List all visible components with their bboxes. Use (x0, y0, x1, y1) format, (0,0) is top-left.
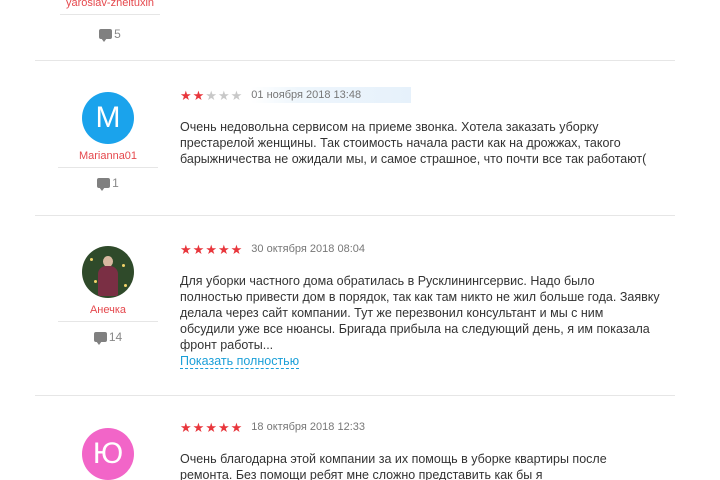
author-name-divider (60, 14, 160, 15)
star-icon: ★ (192, 87, 205, 103)
review-text: Очень благодарна этой компании за их пом… (180, 452, 607, 480)
star-icon: ★ (180, 241, 192, 257)
star-rating: ★ ★ ★ ★ ★ (180, 243, 242, 256)
review-text-body: Для уборки частного дома обратилась в Ру… (180, 274, 660, 352)
review-meta: ★ ★ ★ ★ ★ 30 октября 2018 08:04 (180, 240, 415, 258)
avatar-letter: M (95, 101, 121, 134)
star-icon: ★ (217, 87, 230, 103)
star-icon: ★ (205, 419, 217, 435)
comment-count[interactable]: 1 (58, 176, 158, 191)
speech-bubble-icon (93, 332, 107, 345)
author-name-link[interactable]: Marianna01 (58, 149, 158, 163)
star-rating: ★ ★ ★ ★ ★ (180, 89, 242, 102)
speech-bubble-icon (97, 178, 111, 191)
star-icon: ★ (192, 241, 205, 257)
comment-count[interactable]: 5 (60, 27, 160, 42)
show-more-link[interactable]: Показать полностью (180, 354, 300, 369)
star-icon: ★ (192, 419, 205, 435)
comment-count-value: 5 (114, 27, 121, 41)
review-divider (35, 215, 675, 216)
comment-count-value: 1 (112, 176, 119, 190)
star-icon: ★ (230, 241, 243, 257)
star-icon: ★ (205, 241, 217, 257)
star-icon: ★ (180, 87, 192, 103)
star-icon: ★ (205, 87, 217, 103)
avatar[interactable] (82, 246, 134, 298)
review-meta: ★ ★ ★ ★ ★ 01 ноября 2018 13:48 (180, 86, 412, 104)
star-icon: ★ (230, 419, 243, 435)
author-name-divider (58, 321, 158, 322)
star-icon: ★ (180, 419, 192, 435)
author-name-link[interactable]: Анечка (58, 303, 158, 317)
speech-bubble-icon (99, 29, 113, 42)
avatar[interactable]: M (82, 92, 134, 144)
review-author: Анечка 14 (58, 246, 158, 345)
review-date: 30 октября 2018 08:04 (251, 243, 365, 255)
star-icon: ★ (230, 87, 243, 103)
avatar-letter: Ю (92, 437, 124, 470)
star-icon: ★ (217, 419, 230, 435)
avatar-photo-body (98, 266, 118, 296)
author-name-divider (58, 167, 158, 168)
review-meta: ★ ★ ★ ★ ★ 18 октября 2018 12:33 (180, 418, 415, 436)
review-author: Ю (58, 428, 158, 480)
star-rating: ★ ★ ★ ★ ★ (180, 421, 242, 434)
review-date: 18 октября 2018 12:33 (251, 421, 365, 433)
review-text: Для уборки частного дома обратилась в Ру… (180, 273, 660, 369)
top-review-author: yaroslav-zheltuxin 5 (60, 0, 160, 42)
avatar[interactable]: Ю (82, 428, 134, 480)
star-icon: ★ (217, 241, 230, 257)
author-name-link[interactable]: yaroslav-zheltuxin (60, 0, 160, 10)
review-divider (35, 395, 675, 396)
review-divider (35, 60, 675, 61)
review-author: M Marianna01 1 (58, 92, 158, 191)
comment-count[interactable]: 14 (58, 330, 158, 345)
review-text: Очень недовольна сервисом на приеме звон… (180, 120, 647, 166)
review-date: 01 ноября 2018 13:48 (251, 87, 412, 103)
comment-count-value: 14 (108, 330, 123, 344)
